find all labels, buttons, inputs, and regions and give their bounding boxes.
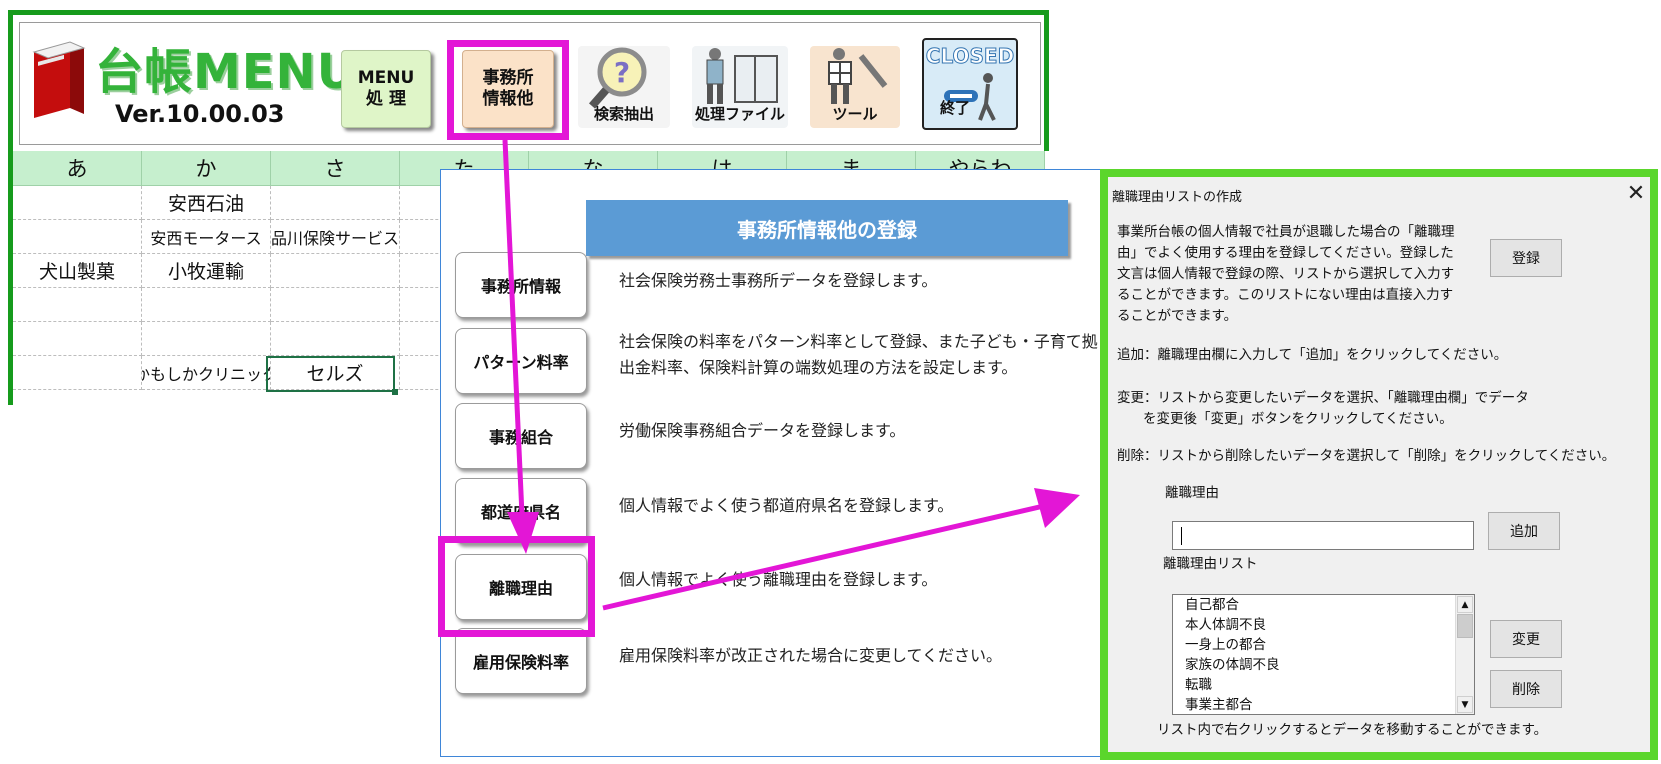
grid-cell[interactable]: 安西モータース (142, 220, 271, 254)
process-file-button[interactable]: 処理ファイル (692, 46, 788, 128)
help-change-2: を変更後「変更」ボタンをクリックしてください。 (1143, 411, 1453, 427)
list-item[interactable]: 事業主都合 (1173, 695, 1474, 714)
grid-cell[interactable]: 小牧運輸 (142, 254, 271, 288)
help-add: 追加：離職理由欄に入力して「追加」をクリックしてください。 (1117, 347, 1508, 363)
list-item[interactable]: 転職 (1173, 675, 1474, 695)
dialog-title: 離職理由リストの作成 (1112, 190, 1243, 205)
grid-cell[interactable]: 犬山製菓 (13, 254, 142, 288)
pattern-rate-desc: 社会保険の料率をパターン料率として登録、また子ども・子育て拠 (619, 332, 1098, 351)
grid-cell[interactable] (271, 322, 400, 356)
register-button[interactable]: 登録 (1490, 239, 1562, 277)
office-info-reg-button[interactable]: 事務所情報 (455, 252, 587, 318)
close-exit-button[interactable]: CLOSED 終了 (922, 38, 1018, 130)
scroll-thumb[interactable] (1457, 614, 1473, 638)
grid-cell[interactable] (271, 288, 400, 322)
grid-cell[interactable]: 安西石油 (142, 186, 271, 220)
resignation-reason-desc: 個人情報でよく使う離職理由を登録します。 (619, 570, 938, 589)
grid-cell[interactable] (142, 288, 271, 322)
employment-insurance-rate-button[interactable]: 雇用保険料率 (455, 628, 587, 694)
kana-tab-a[interactable]: あ (13, 151, 142, 186)
grid-cell[interactable] (13, 322, 142, 356)
dialog-intro-1: 事業所台帳の個人情報で社員が退職した場合の「離職理 (1117, 224, 1455, 240)
dialog-intro-3: 文言は個人情報で登録の際、リストから選択して入力す (1117, 266, 1455, 282)
menu-process-button[interactable]: MENU 処 理 (341, 50, 431, 128)
tool-worker-icon (828, 48, 888, 104)
scroll-up-icon[interactable]: ▲ (1457, 596, 1473, 613)
dialog-footer: リスト内で右クリックするとデータを移動することができます。 (1157, 722, 1548, 738)
grid-cell[interactable] (13, 356, 142, 390)
kana-tab-sa[interactable]: さ (271, 151, 400, 186)
grid-cell[interactable] (142, 322, 271, 356)
reason-list[interactable]: 自己都合 本人体調不良 一身上の都合 家族の体調不良 転職 事業主都合 ▲ ▼ (1172, 594, 1475, 715)
pattern-rate-button[interactable]: パターン料率 (455, 328, 587, 394)
search-extract-label: 検索抽出 (593, 105, 654, 123)
file-worker-icon (706, 48, 778, 104)
text-caret (1181, 526, 1182, 545)
dialog-intro-4: ることができます。このリストにない理由は直接入力す (1117, 287, 1454, 303)
tools-button[interactable]: ツール (810, 46, 900, 128)
process-file-label: 処理ファイル (694, 105, 785, 123)
help-change-1: 変更：リストから変更したいデータを選択、「離職理由欄」でデータ (1117, 390, 1529, 406)
list-item[interactable]: 自己都合 (1173, 595, 1474, 615)
svg-text:?: ? (614, 56, 630, 89)
grid-cell[interactable] (271, 186, 400, 220)
list-label: 離職理由リスト (1163, 556, 1258, 572)
app-title: 台帳MENU (95, 44, 357, 100)
closed-word: CLOSED (925, 44, 1015, 69)
employment-insurance-rate-desc: 雇用保険料率が改正された場合に変更してください。 (619, 646, 1003, 665)
prefecture-desc: 個人情報でよく使う都道府県名を登録します。 (619, 496, 954, 515)
menu-process-label: MENU 処 理 (357, 68, 415, 109)
reason-input[interactable] (1172, 521, 1474, 550)
list-scrollbar[interactable]: ▲ ▼ (1455, 595, 1474, 714)
list-item[interactable]: 家族の体調不良 (1173, 655, 1474, 675)
resignation-reason-highlight (438, 536, 595, 637)
reason-label: 離職理由 (1165, 485, 1219, 501)
grid-cell[interactable] (13, 220, 142, 254)
office-info-desc: 社会保険労務士事務所データを登録します。 (619, 271, 938, 290)
fill-handle[interactable] (392, 389, 398, 395)
office-window-title: 事務所情報他の登録 (586, 200, 1068, 256)
prefecture-button[interactable]: 都道府県名 (455, 478, 587, 544)
magnifier-icon: ? (588, 47, 647, 109)
office-info-highlight (447, 40, 569, 140)
selected-cell-border (266, 356, 395, 392)
grid-cell[interactable] (13, 186, 142, 220)
grid-cell[interactable] (13, 288, 142, 322)
close-icon[interactable]: ✕ (1622, 180, 1650, 206)
add-button[interactable]: 追加 (1488, 512, 1560, 550)
list-item[interactable]: 一身上の都合 (1173, 635, 1474, 655)
search-extract-button[interactable]: ? 検索抽出 (578, 46, 670, 128)
grid-cell[interactable]: 品川保険サービス (271, 220, 400, 254)
screenshot-root: 台帳MENU Ver.10.00.03 MENU 処 理 事務所 情報他 ? 検… (0, 0, 1661, 764)
list-item[interactable]: 本人体調不良 (1173, 615, 1474, 635)
tools-label: ツール (832, 105, 878, 123)
labor-union-desc: 労働保険事務組合データを登録します。 (619, 421, 906, 440)
app-version: Ver.10.00.03 (115, 100, 285, 128)
change-button[interactable]: 変更 (1490, 620, 1562, 658)
pattern-rate-desc-2: 出金料率、保険料計算の端数処理の方法を設定します。 (619, 358, 1018, 377)
dialog-intro-5: ることができます。 (1117, 308, 1238, 324)
dialog-intro-2: 由」でよく使用する理由を登録してください。登録した (1117, 245, 1454, 261)
scroll-down-icon[interactable]: ▼ (1457, 696, 1473, 713)
kana-tab-ka[interactable]: か (142, 151, 271, 186)
labor-union-button[interactable]: 事務組合 (455, 403, 587, 469)
ledger-book-icon (32, 41, 86, 118)
grid-cell[interactable]: かもしかクリニック (142, 356, 271, 390)
grid-cell[interactable] (271, 254, 400, 288)
exit-label: 終了 (939, 99, 970, 117)
help-delete: 削除：リストから削除したいデータを選択して「削除」をクリックしてください。 (1117, 448, 1616, 464)
delete-button[interactable]: 削除 (1490, 670, 1562, 708)
